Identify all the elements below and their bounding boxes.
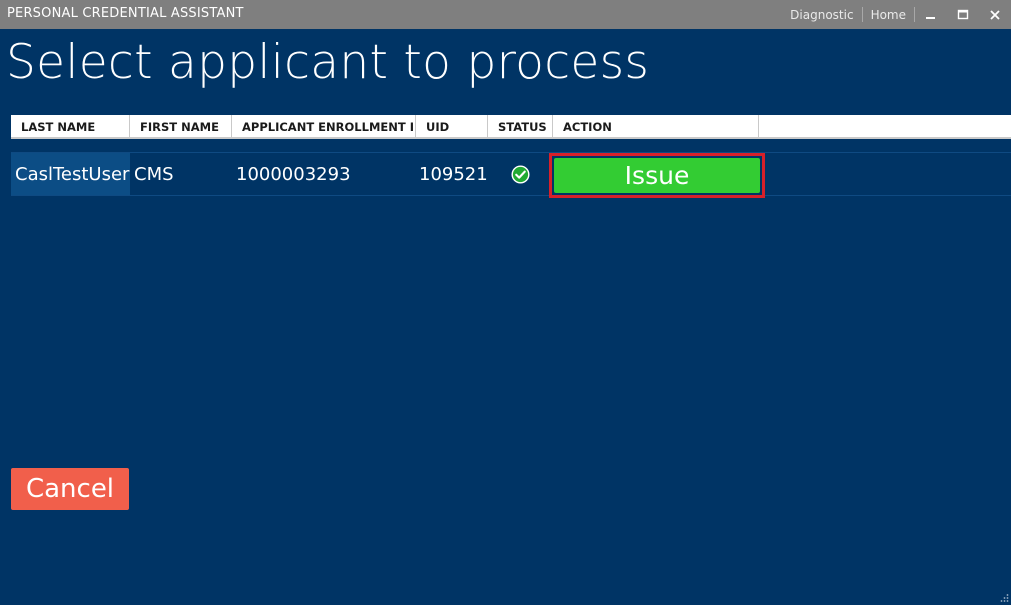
column-header-last-name[interactable]: LAST NAME [11,115,130,137]
column-header-first-name[interactable]: FIRST NAME [130,115,232,137]
column-header-enrollment-id[interactable]: APPLICANT ENROLLMENT ID [232,115,416,137]
cell-last-name[interactable]: CaslTestUser [11,153,130,195]
minimize-icon [926,16,935,19]
column-header-action[interactable]: ACTION [553,115,759,137]
minimize-button[interactable] [915,0,947,29]
cancel-button[interactable]: Cancel [11,468,129,510]
cell-enrollment-id[interactable]: 1000003293 [236,153,416,195]
page-title: Select applicant to process [6,35,650,90]
column-header-uid[interactable]: UID [416,115,488,137]
table-header: LAST NAME FIRST NAME APPLICANT ENROLLMEN… [11,115,1011,139]
issue-button[interactable]: Issue [554,158,760,193]
title-bar: PERSONAL CREDENTIAL ASSISTANT Diagnostic… [0,0,1011,29]
resize-grip-icon[interactable] [999,593,1009,603]
app-window: PERSONAL CREDENTIAL ASSISTANT Diagnostic… [0,0,1011,605]
column-header-status[interactable]: STATUS [488,115,553,137]
maximize-icon [957,9,969,19]
title-bar-controls: Diagnostic Home [782,0,1011,29]
home-link[interactable]: Home [863,8,914,22]
check-circle-icon [511,165,530,184]
issue-button-highlight: Issue [549,153,765,198]
cell-uid[interactable]: 109521 [419,153,488,195]
diagnostic-link[interactable]: Diagnostic [782,8,861,22]
close-icon [990,9,1000,20]
close-button[interactable] [979,0,1011,29]
cell-first-name[interactable]: CMS [134,153,232,195]
app-title: PERSONAL CREDENTIAL ASSISTANT [7,6,244,21]
maximize-button[interactable] [947,0,979,29]
table-row[interactable]: CaslTestUser CMS 1000003293 109521 Issue [11,152,1011,198]
